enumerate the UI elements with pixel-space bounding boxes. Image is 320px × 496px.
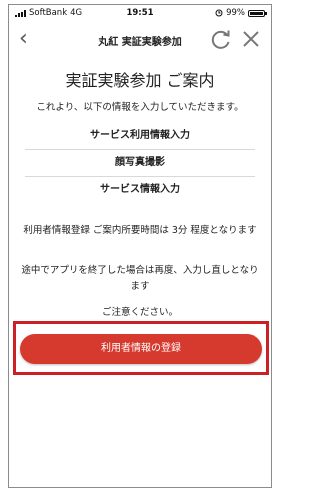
register-button[interactable]: 利用者情報の登録 bbox=[20, 334, 262, 364]
caution-text: ご注意ください。 bbox=[101, 307, 178, 318]
battery-percent: 99% bbox=[226, 8, 245, 18]
status-bar: SoftBank 4G 19:51 99% bbox=[9, 5, 271, 21]
nav-bar: ‹ 丸紅 実証実験参加 bbox=[9, 25, 271, 53]
battery-icon bbox=[248, 9, 267, 17]
step-item-service-usage: サービス利用情報入力 bbox=[25, 123, 255, 150]
close-icon[interactable] bbox=[239, 27, 263, 51]
intro-text: これより、以下の情報を入力していただきます。 bbox=[36, 102, 244, 113]
step-item-service-info: サービス情報入力 bbox=[100, 184, 180, 195]
status-right: 99% bbox=[215, 8, 267, 18]
step-item-face-photo: 顔写真撮影 bbox=[25, 150, 255, 177]
phone-screen: SoftBank 4G 19:51 99% ‹ 丸紅 実証実験参加 実証実験参加… bbox=[8, 4, 272, 488]
main-heading: 実証実験参加 ご案内 bbox=[65, 71, 215, 90]
alarm-icon bbox=[215, 9, 223, 17]
time-note: 利用者情報登録 ご案内所要時間は 3分 程度となります bbox=[23, 225, 257, 236]
step-list: サービス利用情報入力 顔写真撮影 サービス情報入力 bbox=[25, 123, 255, 203]
reload-icon[interactable] bbox=[209, 27, 233, 51]
resume-note: 途中でアプリを終了した場合は再度、入力し直しとなります bbox=[21, 265, 259, 292]
